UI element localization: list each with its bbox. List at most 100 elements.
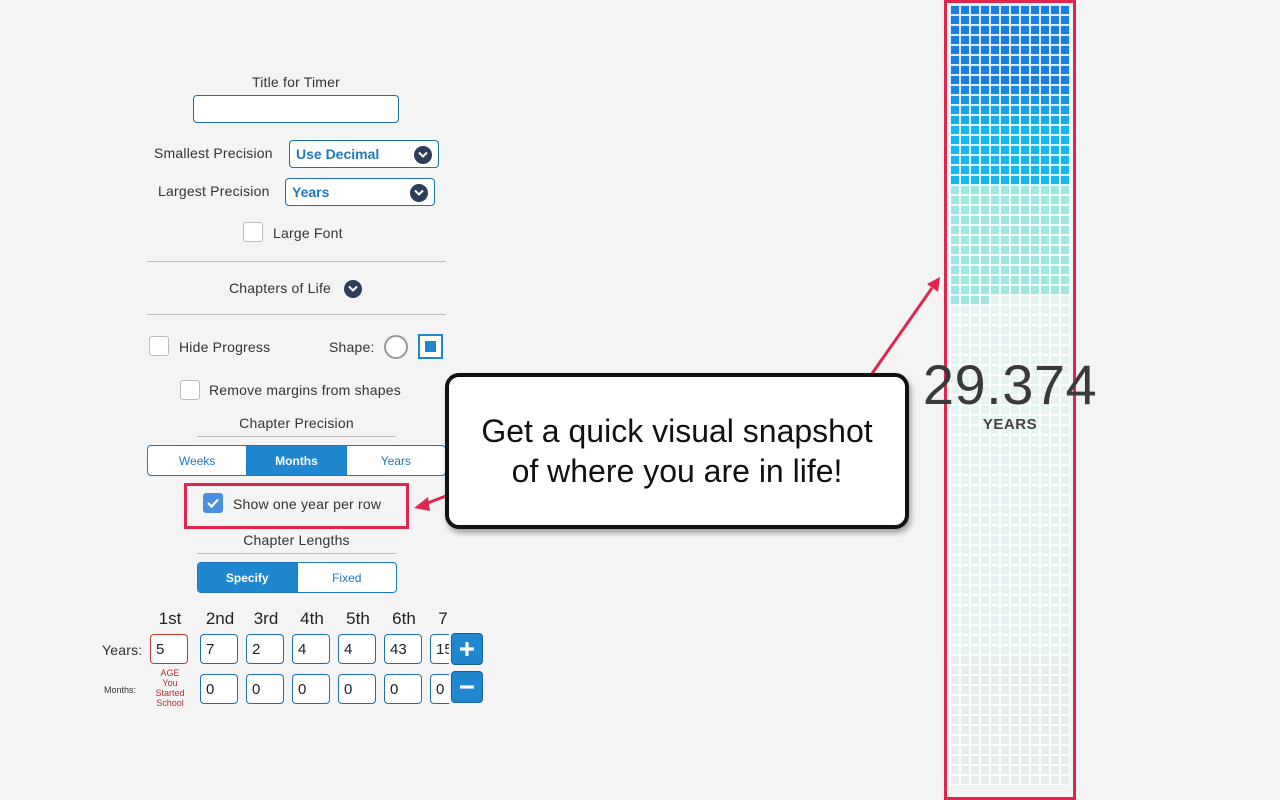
life-grid-cell bbox=[1020, 245, 1030, 255]
life-grid-cell bbox=[980, 75, 990, 85]
life-grid-cell bbox=[980, 565, 990, 575]
life-grid-cell bbox=[960, 305, 970, 315]
life-grid-cell bbox=[1020, 65, 1030, 75]
life-grid-cell bbox=[950, 275, 960, 285]
life-grid-cell bbox=[980, 775, 990, 785]
life-grid-cell bbox=[980, 525, 990, 535]
life-grid-cell bbox=[950, 25, 960, 35]
life-grid-cell bbox=[970, 285, 980, 295]
life-grid-cell bbox=[1060, 125, 1070, 135]
life-grid-cell bbox=[1050, 625, 1060, 635]
life-grid-cell bbox=[1060, 255, 1070, 265]
life-grid-cell bbox=[1030, 495, 1040, 505]
life-grid-cell bbox=[980, 195, 990, 205]
life-grid-cell bbox=[1010, 465, 1020, 475]
life-grid-cell bbox=[1060, 315, 1070, 325]
life-grid-cell bbox=[980, 135, 990, 145]
life-grid-cell bbox=[960, 455, 970, 465]
life-grid-cell bbox=[970, 655, 980, 665]
life-grid-cell bbox=[960, 655, 970, 665]
life-grid-cell bbox=[960, 245, 970, 255]
life-grid-cell bbox=[1040, 15, 1050, 25]
life-grid-cell bbox=[1050, 325, 1060, 335]
life-grid-cell bbox=[950, 145, 960, 155]
life-grid-cell bbox=[970, 605, 980, 615]
life-grid-cell bbox=[1000, 165, 1010, 175]
life-grid-cell bbox=[960, 515, 970, 525]
life-grid-cell bbox=[1060, 775, 1070, 785]
life-grid-cell bbox=[970, 235, 980, 245]
life-grid-cell bbox=[1030, 165, 1040, 175]
life-grid-cell bbox=[1010, 245, 1020, 255]
life-grid-cell bbox=[990, 325, 1000, 335]
life-grid-cell bbox=[950, 445, 960, 455]
life-grid-cell bbox=[980, 515, 990, 525]
life-grid-cell bbox=[1050, 465, 1060, 475]
life-grid-cell bbox=[1010, 235, 1020, 245]
life-grid-cell bbox=[1010, 5, 1020, 15]
life-grid-cell bbox=[970, 535, 980, 545]
life-grid-cell bbox=[1050, 695, 1060, 705]
life-grid-cell bbox=[1040, 445, 1050, 455]
life-grid-cell bbox=[970, 155, 980, 165]
life-grid-cell bbox=[1000, 705, 1010, 715]
life-grid-cell bbox=[1020, 5, 1030, 15]
life-grid-cell bbox=[1050, 755, 1060, 765]
life-grid-cell bbox=[1050, 75, 1060, 85]
life-grid-cell bbox=[960, 675, 970, 685]
life-grid-cell bbox=[960, 555, 970, 565]
life-grid-cell bbox=[1040, 605, 1050, 615]
life-grid-cell bbox=[1000, 315, 1010, 325]
life-grid-cell bbox=[990, 75, 1000, 85]
life-grid-cell bbox=[1050, 35, 1060, 45]
life-grid-cell bbox=[970, 545, 980, 555]
life-grid-cell bbox=[960, 95, 970, 105]
life-grid-cell bbox=[980, 5, 990, 15]
life-grid-cell bbox=[980, 755, 990, 765]
life-grid-cell bbox=[950, 675, 960, 685]
life-grid-cell bbox=[990, 755, 1000, 765]
life-grid-cell bbox=[1000, 105, 1010, 115]
life-grid-cell bbox=[1030, 745, 1040, 755]
life-grid-cell bbox=[970, 495, 980, 505]
life-grid-cell bbox=[960, 275, 970, 285]
life-grid-cell bbox=[950, 605, 960, 615]
life-grid-cell bbox=[1010, 745, 1020, 755]
life-grid-cell bbox=[1040, 45, 1050, 55]
life-grid-cell bbox=[980, 35, 990, 45]
life-grid-cell bbox=[970, 125, 980, 135]
life-grid-cell bbox=[1000, 755, 1010, 765]
life-grid-cell bbox=[1060, 725, 1070, 735]
life-grid-cell bbox=[950, 755, 960, 765]
life-grid-cell bbox=[1040, 685, 1050, 695]
life-grid-cell bbox=[990, 85, 1000, 95]
life-grid-cell bbox=[1050, 715, 1060, 725]
life-grid-cell bbox=[1020, 225, 1030, 235]
life-grid-cell bbox=[1040, 635, 1050, 645]
life-grid-cell bbox=[950, 315, 960, 325]
life-grid-cell bbox=[950, 695, 960, 705]
life-grid-cell bbox=[960, 535, 970, 545]
life-grid-cell bbox=[1020, 685, 1030, 695]
life-grid-cell bbox=[990, 285, 1000, 295]
life-grid-cell bbox=[990, 175, 1000, 185]
life-grid-cell bbox=[1040, 755, 1050, 765]
life-grid-cell bbox=[960, 215, 970, 225]
life-grid-cell bbox=[1030, 95, 1040, 105]
life-grid-cell bbox=[970, 25, 980, 35]
life-grid-cell bbox=[1050, 705, 1060, 715]
life-grid-cell bbox=[1030, 615, 1040, 625]
life-grid-cell bbox=[990, 615, 1000, 625]
life-grid-cell bbox=[960, 255, 970, 265]
life-grid-cell bbox=[950, 235, 960, 245]
life-grid-cell bbox=[1050, 115, 1060, 125]
life-grid-cell bbox=[1000, 195, 1010, 205]
life-grid-cell bbox=[1050, 665, 1060, 675]
life-grid-cell bbox=[1030, 535, 1040, 545]
life-grid-cell bbox=[1010, 445, 1020, 455]
life-grid-cell bbox=[1010, 55, 1020, 65]
life-grid-cell bbox=[980, 295, 990, 305]
life-grid-cell bbox=[950, 555, 960, 565]
life-grid-cell bbox=[1020, 285, 1030, 295]
life-grid-cell bbox=[1020, 25, 1030, 35]
